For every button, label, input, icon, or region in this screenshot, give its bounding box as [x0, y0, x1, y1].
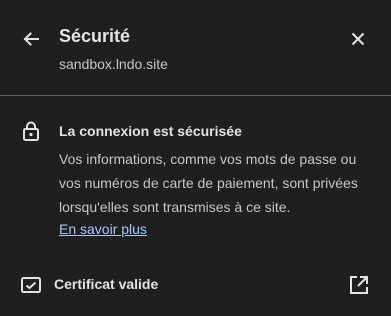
open-in-new-icon[interactable]	[348, 274, 370, 296]
lock-icon	[20, 120, 42, 142]
security-popup: Sécurité sandbox.lndo.site La connexion …	[0, 0, 391, 316]
connection-description: Vos informations, comme vos mots de pass…	[59, 151, 358, 215]
certificate-label: Certificat valide	[54, 276, 159, 292]
page-title: Sécurité	[59, 26, 131, 46]
site-origin: sandbox.lndo.site	[59, 56, 168, 72]
learn-more-link[interactable]: En savoir plus	[59, 221, 147, 237]
arrow-back-icon	[21, 29, 41, 49]
close-button[interactable]	[343, 24, 373, 54]
close-icon	[350, 31, 366, 47]
connection-status-title: La connexion est sécurisée	[59, 123, 242, 139]
certificate-row[interactable]: Certificat valide	[0, 262, 391, 306]
back-button[interactable]	[16, 24, 46, 54]
certificate-icon	[20, 274, 42, 296]
popup-header: Sécurité sandbox.lndo.site	[0, 0, 391, 96]
